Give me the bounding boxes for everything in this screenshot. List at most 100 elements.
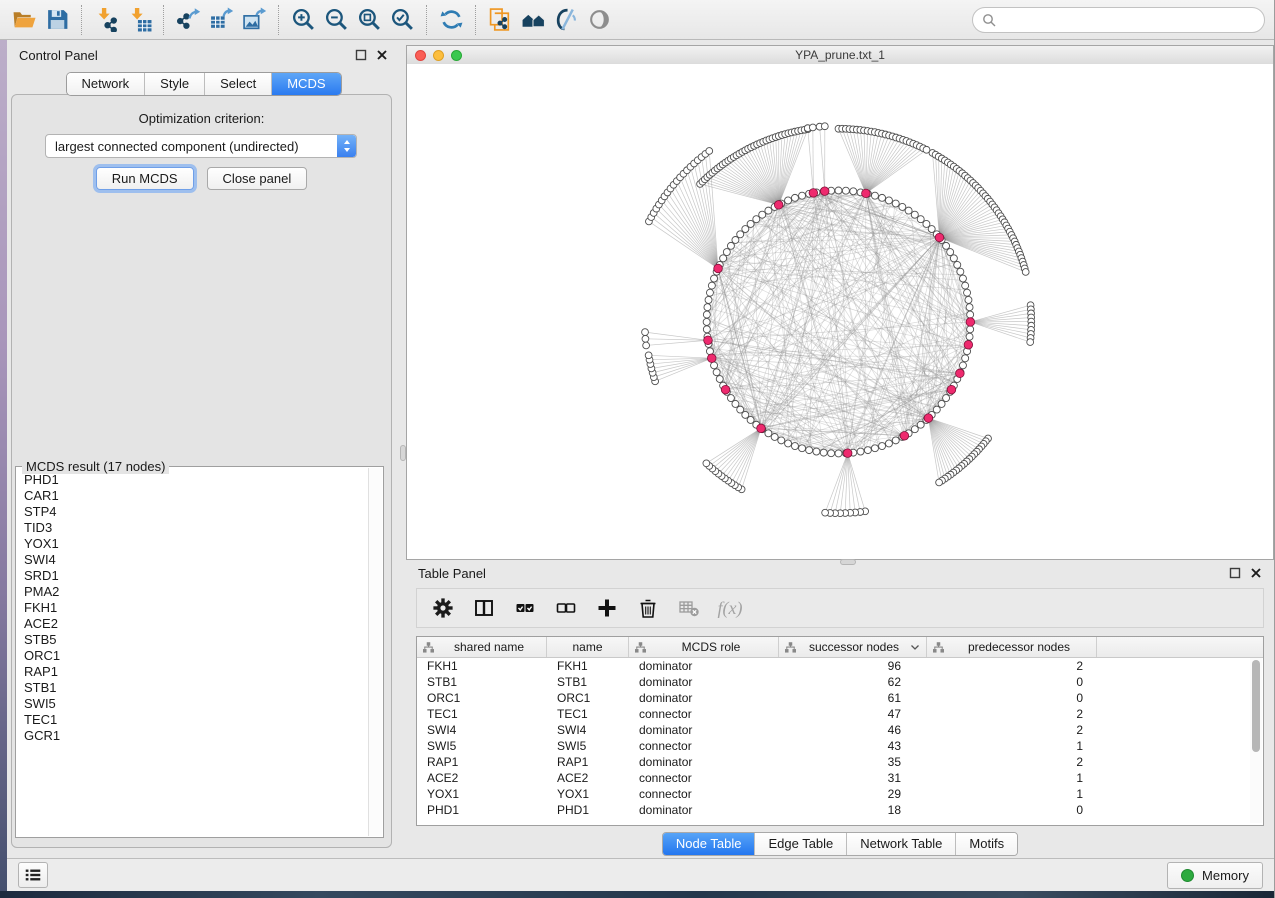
function-builder-button[interactable]: f(x) bbox=[717, 595, 743, 621]
cell-shared-name[interactable]: STB1 bbox=[417, 675, 547, 689]
mcds-result-item[interactable]: TID3 bbox=[17, 520, 368, 536]
task-history-button[interactable] bbox=[18, 862, 48, 888]
table-row[interactable]: ACE2ACE2connector311 bbox=[417, 770, 1263, 786]
mcds-result-item[interactable]: RAP1 bbox=[17, 664, 368, 680]
close-panel-icon[interactable] bbox=[1250, 567, 1262, 579]
zoom-selected-button[interactable] bbox=[386, 3, 419, 37]
cell-shared-name[interactable]: FKH1 bbox=[417, 659, 547, 673]
delete-table-button[interactable] bbox=[676, 595, 702, 621]
mcds-result-item[interactable]: STB1 bbox=[17, 680, 368, 696]
table-row[interactable]: TEC1TEC1connector472 bbox=[417, 706, 1263, 722]
cell-successor-nodes[interactable]: 43 bbox=[779, 739, 927, 753]
save-session-button[interactable] bbox=[41, 3, 74, 37]
float-panel-icon[interactable] bbox=[1229, 567, 1241, 579]
cell-MCDS-role[interactable]: dominator bbox=[629, 755, 779, 769]
cell-MCDS-role[interactable]: dominator bbox=[629, 803, 779, 817]
deselect-all-button[interactable] bbox=[553, 595, 579, 621]
cell-MCDS-role[interactable]: connector bbox=[629, 787, 779, 801]
mcds-result-item[interactable]: STB5 bbox=[17, 632, 368, 648]
cell-successor-nodes[interactable]: 35 bbox=[779, 755, 927, 769]
import-network-button[interactable] bbox=[90, 3, 123, 37]
column-header-predecessor-nodes[interactable]: predecessor nodes bbox=[927, 637, 1097, 657]
cell-shared-name[interactable]: SWI4 bbox=[417, 723, 547, 737]
table-row[interactable]: YOX1YOX1connector291 bbox=[417, 786, 1263, 802]
cell-predecessor-nodes[interactable]: 2 bbox=[927, 755, 1097, 769]
search-box[interactable] bbox=[972, 7, 1265, 33]
home-button[interactable] bbox=[517, 3, 550, 37]
cell-name[interactable]: PHD1 bbox=[547, 803, 629, 817]
table-tab-network-table[interactable]: Network Table bbox=[846, 833, 955, 855]
cell-MCDS-role[interactable]: connector bbox=[629, 739, 779, 753]
select-all-button[interactable] bbox=[512, 595, 538, 621]
cell-name[interactable]: ORC1 bbox=[547, 691, 629, 705]
open-file-button[interactable] bbox=[8, 3, 41, 37]
delete-column-button[interactable] bbox=[635, 595, 661, 621]
table-row[interactable]: SWI4SWI4dominator462 bbox=[417, 722, 1263, 738]
cell-MCDS-role[interactable]: dominator bbox=[629, 675, 779, 689]
refresh-button[interactable] bbox=[435, 3, 468, 37]
optimization-criterion-select[interactable]: largest connected component (undirected) bbox=[45, 134, 357, 158]
table-row[interactable]: FKH1FKH1dominator962 bbox=[417, 658, 1263, 674]
close-panel-button[interactable]: Close panel bbox=[207, 167, 308, 190]
mcds-result-item[interactable]: GCR1 bbox=[17, 728, 368, 744]
tab-select[interactable]: Select bbox=[204, 73, 271, 95]
cell-successor-nodes[interactable]: 47 bbox=[779, 707, 927, 721]
column-header-name[interactable]: name bbox=[547, 637, 629, 657]
cell-shared-name[interactable]: RAP1 bbox=[417, 755, 547, 769]
zoom-out-button[interactable] bbox=[320, 3, 353, 37]
cell-name[interactable]: SWI5 bbox=[547, 739, 629, 753]
memory-button[interactable]: Memory bbox=[1167, 862, 1263, 889]
zoom-in-button[interactable] bbox=[287, 3, 320, 37]
cell-shared-name[interactable]: ORC1 bbox=[417, 691, 547, 705]
cell-predecessor-nodes[interactable]: 2 bbox=[927, 659, 1097, 673]
cell-MCDS-role[interactable]: dominator bbox=[629, 723, 779, 737]
table-settings-button[interactable] bbox=[430, 595, 456, 621]
mcds-result-item[interactable]: YOX1 bbox=[17, 536, 368, 552]
network-file-button[interactable] bbox=[484, 3, 517, 37]
table-tab-edge-table[interactable]: Edge Table bbox=[754, 833, 846, 855]
cell-successor-nodes[interactable]: 96 bbox=[779, 659, 927, 673]
table-tab-node-table[interactable]: Node Table bbox=[663, 833, 755, 855]
splitter-handle[interactable] bbox=[840, 559, 856, 565]
cell-predecessor-nodes[interactable]: 0 bbox=[927, 675, 1097, 689]
show-details-button[interactable] bbox=[583, 3, 616, 37]
cell-name[interactable]: STB1 bbox=[547, 675, 629, 689]
column-header-shared-name[interactable]: shared name bbox=[417, 637, 547, 657]
cell-shared-name[interactable]: SWI5 bbox=[417, 739, 547, 753]
hide-details-button[interactable] bbox=[550, 3, 583, 37]
mcds-result-item[interactable]: CAR1 bbox=[17, 488, 368, 504]
cell-MCDS-role[interactable]: connector bbox=[629, 771, 779, 785]
cell-name[interactable]: RAP1 bbox=[547, 755, 629, 769]
cell-predecessor-nodes[interactable]: 1 bbox=[927, 739, 1097, 753]
mcds-result-item[interactable]: ACE2 bbox=[17, 616, 368, 632]
cell-name[interactable]: TEC1 bbox=[547, 707, 629, 721]
cell-successor-nodes[interactable]: 31 bbox=[779, 771, 927, 785]
mcds-result-item[interactable]: SRD1 bbox=[17, 568, 368, 584]
cell-successor-nodes[interactable]: 46 bbox=[779, 723, 927, 737]
import-table-button[interactable] bbox=[123, 3, 156, 37]
cell-name[interactable]: YOX1 bbox=[547, 787, 629, 801]
cell-predecessor-nodes[interactable]: 1 bbox=[927, 771, 1097, 785]
cell-successor-nodes[interactable]: 18 bbox=[779, 803, 927, 817]
mcds-result-item[interactable]: SWI4 bbox=[17, 552, 368, 568]
mcds-result-item[interactable]: PHD1 bbox=[17, 472, 368, 488]
cell-shared-name[interactable]: ACE2 bbox=[417, 771, 547, 785]
cell-name[interactable]: SWI4 bbox=[547, 723, 629, 737]
table-tab-motifs[interactable]: Motifs bbox=[955, 833, 1017, 855]
search-input[interactable] bbox=[1002, 11, 1255, 28]
table-row[interactable]: PHD1PHD1dominator180 bbox=[417, 802, 1263, 818]
run-mcds-button[interactable]: Run MCDS bbox=[96, 167, 194, 190]
mcds-result-item[interactable]: FKH1 bbox=[17, 600, 368, 616]
table-row[interactable]: SWI5SWI5connector431 bbox=[417, 738, 1263, 754]
mcds-result-item[interactable]: SWI5 bbox=[17, 696, 368, 712]
table-scrollbar[interactable] bbox=[1250, 658, 1262, 823]
column-header-MCDS-role[interactable]: MCDS role bbox=[629, 637, 779, 657]
zoom-fit-button[interactable] bbox=[353, 3, 386, 37]
cell-MCDS-role[interactable]: connector bbox=[629, 707, 779, 721]
export-image-button[interactable] bbox=[238, 3, 271, 37]
cell-predecessor-nodes[interactable]: 0 bbox=[927, 691, 1097, 705]
export-table-button[interactable] bbox=[205, 3, 238, 37]
tab-mcds[interactable]: MCDS bbox=[271, 73, 340, 95]
cell-MCDS-role[interactable]: dominator bbox=[629, 659, 779, 673]
table-row[interactable]: ORC1ORC1dominator610 bbox=[417, 690, 1263, 706]
